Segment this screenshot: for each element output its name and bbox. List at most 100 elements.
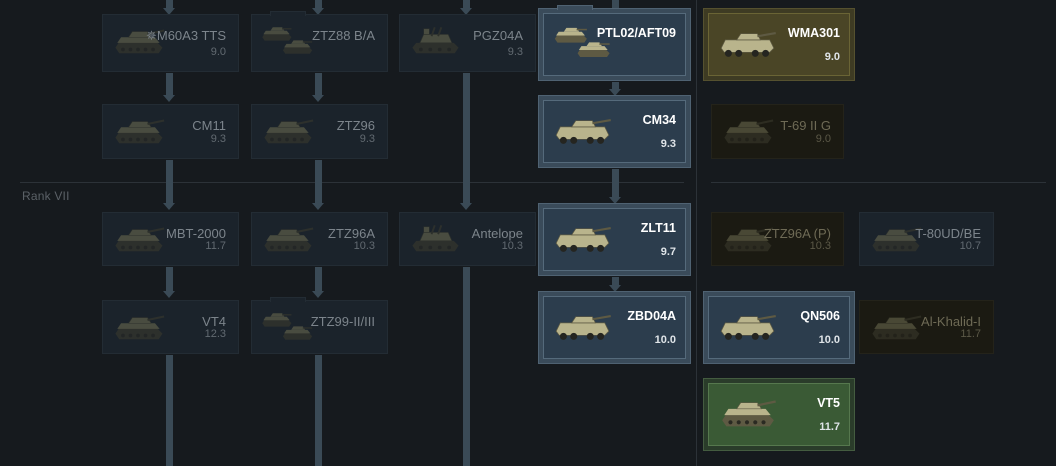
vehicle-name: ZTZ96A: [328, 226, 375, 241]
vehicle-name: VT5: [817, 396, 840, 410]
research-arrow-icon: [312, 291, 324, 298]
research-connector-line: [315, 160, 322, 203]
ifv-icon: [716, 306, 778, 346]
vehicle-card[interactable]: T-69 II G 9.0: [711, 104, 844, 159]
research-connector-line: [315, 355, 322, 466]
vehicle-card[interactable]: QN506 10.0: [703, 291, 855, 364]
vehicle-name: ZTZ99-II/III: [310, 314, 375, 329]
vehicle-name: PTL02/AFT09: [596, 26, 676, 40]
vehicle-name: ZTZ96: [336, 118, 375, 133]
vehicle-name: ZTZ88 B/A: [312, 28, 375, 43]
research-connector-line: [315, 73, 322, 95]
research-connector-line: [166, 160, 173, 203]
rank-divider-left: [20, 182, 684, 183]
research-connector-line: [166, 73, 173, 95]
vehicle-card[interactable]: ZTZ99-II/III: [251, 297, 388, 354]
battle-rating: 10.7: [959, 240, 981, 252]
spaa-icon: [406, 25, 464, 57]
vehicle-card[interactable]: T-80UD/BE 10.7: [859, 212, 994, 266]
vehicle-name: CM34: [642, 113, 676, 127]
vehicle-name: QN506: [800, 309, 840, 323]
vehicle-card[interactable]: VT4 12.3: [102, 300, 239, 354]
vehicle-card[interactable]: WMA301 9.0: [703, 8, 855, 81]
vehicle-card[interactable]: CM34 9.3: [538, 95, 691, 168]
tank-icon: [109, 115, 167, 147]
vehicle-name: MBT-2000: [166, 226, 226, 241]
research-connector-line: [463, 267, 470, 466]
battle-rating: 9.3: [359, 133, 375, 145]
tank-icon: [109, 311, 167, 343]
vehicle-name: Antelope: [471, 226, 523, 241]
battle-rating: 9.3: [660, 138, 676, 150]
vehicle-name: ZLT11: [640, 221, 676, 235]
battle-rating: 11.7: [960, 328, 981, 340]
tank-icon: [258, 223, 316, 255]
research-connector-line: [612, 0, 619, 8]
battle-rating: 11.7: [205, 240, 226, 252]
vehicle-card[interactable]: ZLT11 9.7: [538, 203, 691, 276]
research-connector-line: [166, 267, 173, 291]
research-tree: Rank VII ✵M60A3 TTS 9.0 ZTZ88 B/A PGZ04A 9…: [0, 0, 1056, 466]
wheeled-tank-icon: [551, 218, 613, 258]
wheeled-tank-icon: [716, 23, 778, 63]
research-connector-line: [612, 169, 619, 197]
research-arrow-icon: [163, 291, 175, 298]
spaa-icon: [406, 223, 464, 255]
vehicle-name: VT4: [202, 314, 226, 329]
vehicle-name: T-69 II G: [780, 118, 831, 133]
research-arrow-icon: [460, 203, 472, 210]
vehicle-name: CM11: [192, 118, 226, 133]
research-connector-line: [166, 0, 173, 8]
vehicle-card[interactable]: Al-Khalid-I 11.7: [859, 300, 994, 354]
battle-rating: 10.0: [818, 334, 840, 346]
rank-divider-right: [711, 182, 1046, 183]
vehicle-name: PGZ04A: [473, 28, 523, 43]
research-connector-line: [463, 73, 470, 203]
vehicle-card[interactable]: ✵M60A3 TTS 9.0: [102, 14, 239, 72]
vehicle-card[interactable]: PGZ04A 9.3: [399, 14, 536, 72]
vehicle-card[interactable]: VT5 11.7: [703, 378, 855, 451]
research-connector-line: [315, 267, 322, 291]
vehicle-name: ✵M60A3 TTS: [145, 28, 226, 43]
battle-rating: 9.0: [824, 51, 840, 63]
research-connector-line: [315, 0, 322, 8]
tank-group-icon: [258, 311, 316, 343]
research-arrow-icon: [163, 95, 175, 102]
research-connector-line: [463, 0, 470, 8]
research-arrow-icon: [163, 203, 175, 210]
vehicle-name: ZTZ96A (P): [763, 226, 831, 241]
vehicle-card[interactable]: ZBD04A 10.0: [538, 291, 691, 364]
wheeled-ifv-icon: [551, 110, 613, 150]
research-connector-line: [612, 82, 619, 89]
battle-rating: 11.7: [819, 421, 840, 433]
tank-icon: [718, 115, 776, 147]
vehicle-card[interactable]: ZTZ96A (P) 10.3: [711, 212, 844, 266]
vehicle-card[interactable]: MBT-2000 11.7: [102, 212, 239, 266]
vehicle-card[interactable]: ZTZ88 B/A: [251, 11, 388, 72]
battle-rating: 10.3: [809, 240, 831, 252]
research-arrow-icon: [312, 95, 324, 102]
research-connector-line: [166, 355, 173, 466]
battle-rating: 9.7: [660, 246, 676, 258]
vehicle-name: Al-Khalid-I: [921, 314, 981, 329]
tank-group-icon: [258, 25, 316, 57]
vehicle-card[interactable]: PTL02/AFT09: [538, 5, 691, 81]
vehicle-name: WMA301: [787, 26, 840, 40]
vehicle-card[interactable]: ZTZ96A 10.3: [251, 212, 388, 266]
battle-rating: 10.3: [501, 240, 523, 252]
battle-rating: 9.3: [507, 46, 523, 58]
tank-icon: [866, 311, 924, 343]
tank-icon: [258, 115, 316, 147]
vehicle-name: ZBD04A: [627, 309, 676, 323]
battle-rating: 9.3: [210, 133, 226, 145]
battle-rating: 10.0: [654, 334, 676, 346]
research-arrow-icon: [312, 203, 324, 210]
vehicle-card[interactable]: ZTZ96 9.3: [251, 104, 388, 159]
premium-column-divider: [696, 0, 697, 466]
vehicle-card[interactable]: CM11 9.3: [102, 104, 239, 159]
vehicle-name: T-80UD/BE: [915, 226, 981, 241]
tank-icon: [716, 393, 778, 433]
vehicle-card[interactable]: Antelope 10.3: [399, 212, 536, 266]
rank-vii-label: Rank VII: [22, 189, 70, 203]
battle-rating: 10.3: [353, 240, 375, 252]
